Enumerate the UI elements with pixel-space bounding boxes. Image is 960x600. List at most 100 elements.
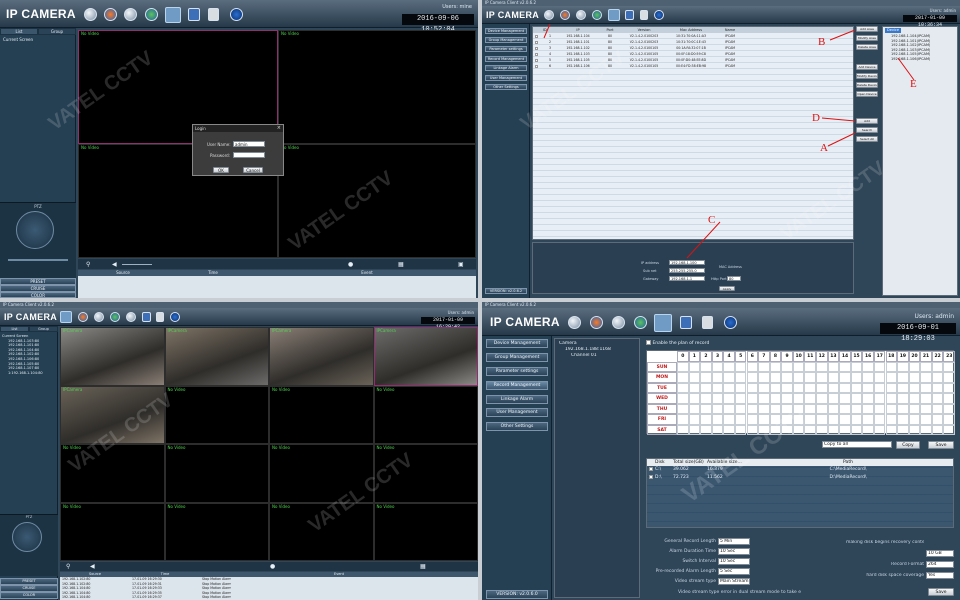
q4-schedule-cell[interactable]	[920, 403, 932, 414]
q4-setting-select[interactable]: 10 Sec	[718, 548, 750, 555]
q4-schedule-cell[interactable]	[677, 424, 689, 435]
q4-schedule-cell[interactable]	[792, 382, 805, 393]
q4-schedule-cell[interactable]	[931, 372, 944, 383]
q3-video-cell[interactable]: No Video	[60, 502, 165, 561]
q4-schedule-cell[interactable]	[827, 393, 840, 404]
q4-schedule-cell[interactable]	[769, 414, 782, 425]
q3-video-cell[interactable]: IPCamera	[373, 327, 478, 386]
q1-search-icon[interactable]: ⚲	[86, 261, 90, 268]
q4-schedule-cell[interactable]	[850, 372, 863, 383]
q4-schedule-cell[interactable]	[931, 403, 944, 414]
q3-volume-icon[interactable]: ◀	[90, 563, 95, 570]
q4-nav-alarm[interactable]: Linkage Alarm	[486, 395, 548, 404]
q4-schedule-cell[interactable]	[908, 414, 921, 425]
q1-ptz-slider[interactable]	[8, 259, 68, 261]
q4-schedule-cell[interactable]	[758, 403, 770, 414]
q4-schedule-cell[interactable]	[839, 361, 851, 372]
q1-ptz-icon[interactable]	[124, 8, 137, 21]
q4-schedule-cell[interactable]	[839, 382, 851, 393]
q4-schedule-cell[interactable]	[873, 372, 886, 383]
q4-playback-icon[interactable]	[590, 316, 603, 329]
q4-schedule-cell[interactable]	[827, 414, 840, 425]
q4-schedule-cell[interactable]	[769, 403, 782, 414]
q4-schedule-cell[interactable]	[920, 361, 932, 372]
q4-setting-select[interactable]: Main Stream	[718, 578, 750, 585]
q3-video-cell[interactable]: No Video	[269, 385, 374, 444]
q4-schedule-cell[interactable]	[781, 414, 793, 425]
q4-schedule-cell[interactable]	[908, 424, 921, 435]
q1-volume-icon[interactable]: ◀	[112, 261, 117, 268]
q4-schedule-cell[interactable]	[746, 414, 759, 425]
q3-power-icon[interactable]	[170, 312, 180, 322]
q3-settings-icon[interactable]	[126, 312, 136, 322]
q4-schedule-cell[interactable]	[943, 424, 955, 435]
q3-video-cell[interactable]: No Video	[164, 444, 269, 503]
q4-schedule-cell[interactable]	[734, 424, 747, 435]
q4-schedule-cell[interactable]	[781, 361, 793, 372]
q4-schedule-cell[interactable]	[816, 424, 828, 435]
q4-schedule-cell[interactable]	[792, 393, 805, 404]
q4-schedule-cell[interactable]	[827, 424, 840, 435]
q4-schedule-cell[interactable]	[781, 424, 793, 435]
q1-playback-icon[interactable]	[104, 8, 117, 21]
q4-right-setting-select[interactable]: 264	[926, 561, 954, 568]
q4-schedule-cell[interactable]	[723, 403, 735, 414]
q4-schedule-cell[interactable]	[734, 372, 747, 383]
q4-user-icon[interactable]	[680, 316, 692, 329]
q1-tree-item[interactable]: Current Screen	[3, 37, 33, 42]
q4-schedule-cell[interactable]	[920, 424, 932, 435]
q4-setting-select[interactable]: 5 Min	[718, 538, 750, 545]
q1-cancel-button[interactable]: Cancel	[243, 167, 263, 173]
q4-schedule-cell[interactable]	[920, 393, 932, 404]
q4-schedule-cell[interactable]	[792, 372, 805, 383]
q4-schedule-cell[interactable]	[943, 372, 955, 383]
q4-schedule-cell[interactable]	[885, 372, 898, 383]
q4-schedule-cell[interactable]	[688, 372, 701, 383]
q1-pass-input[interactable]	[233, 152, 265, 158]
q4-schedule-cell[interactable]	[897, 414, 909, 425]
q1-settings-icon[interactable]	[165, 7, 181, 23]
q4-schedule-cell[interactable]	[734, 414, 747, 425]
q4-schedule-cell[interactable]	[931, 393, 944, 404]
q4-schedule-cell[interactable]	[700, 393, 712, 404]
q1-cell-4[interactable]: No Video	[278, 144, 476, 258]
q4-schedule-cell[interactable]	[723, 414, 735, 425]
q4-disk-row[interactable]: C:\ 39.062 16.379 C:\MediaRecord\	[647, 466, 953, 474]
q1-tab-group[interactable]: Group	[38, 28, 76, 35]
q4-schedule-cell[interactable]	[723, 372, 735, 383]
q4-schedule-cell[interactable]	[700, 372, 712, 383]
q4-schedule-cell[interactable]	[862, 424, 874, 435]
q4-settings-icon[interactable]	[654, 314, 672, 332]
q4-schedule-cell[interactable]	[897, 403, 909, 414]
q3-globe-icon[interactable]	[110, 312, 120, 322]
q4-schedule-cell[interactable]	[908, 361, 921, 372]
q4-schedule-cell[interactable]	[711, 424, 724, 435]
q4-schedule-cell[interactable]	[908, 372, 921, 383]
q1-globe-icon[interactable]	[145, 8, 158, 21]
q3-video-cell[interactable]: No Video	[269, 502, 374, 561]
q4-setting-select[interactable]: 10 Sec	[718, 558, 750, 565]
q4-schedule-cell[interactable]	[746, 403, 759, 414]
q4-schedule-cell[interactable]	[758, 382, 770, 393]
q4-schedule-cell[interactable]	[839, 393, 851, 404]
q4-schedule-cell[interactable]	[746, 382, 759, 393]
q4-schedule-cell[interactable]	[816, 403, 828, 414]
q4-schedule-cell[interactable]	[885, 382, 898, 393]
q4-tree-leaf[interactable]: Channel 01	[559, 353, 611, 359]
q1-login-close-icon[interactable]: ×	[277, 125, 281, 131]
q4-schedule-cell[interactable]	[688, 382, 701, 393]
q3-ptz-dial[interactable]	[12, 522, 42, 552]
q3-video-cell[interactable]: No Video	[373, 385, 478, 444]
q4-schedule-cell[interactable]	[897, 382, 909, 393]
q4-schedule-cell[interactable]	[769, 382, 782, 393]
q4-schedule-cell[interactable]	[931, 382, 944, 393]
q4-schedule-cell[interactable]	[897, 424, 909, 435]
q4-schedule-cell[interactable]	[734, 361, 747, 372]
q4-schedule-cell[interactable]	[862, 414, 874, 425]
q4-schedule-cell[interactable]	[920, 372, 932, 383]
q4-setting-select[interactable]: 5 Sec	[718, 568, 750, 575]
q4-schedule-cell[interactable]	[931, 414, 944, 425]
q4-schedule-cell[interactable]	[862, 403, 874, 414]
q4-schedule-cell[interactable]	[885, 403, 898, 414]
q4-copy-select[interactable]: Copy to all	[822, 441, 892, 448]
